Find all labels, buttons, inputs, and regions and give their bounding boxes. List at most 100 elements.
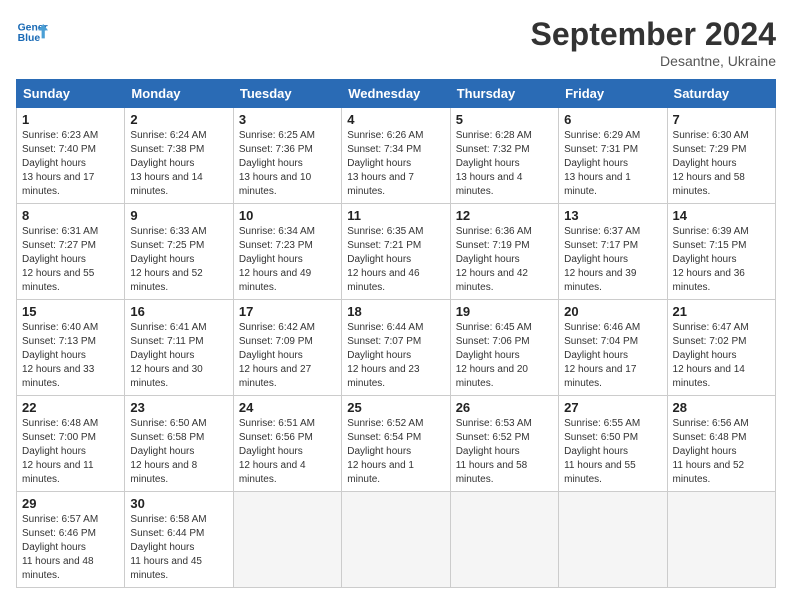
day-number: 4 — [347, 112, 444, 127]
calendar-cell: 13 Sunrise: 6:37 AM Sunset: 7:17 PM Dayl… — [559, 204, 667, 300]
day-info: Sunrise: 6:29 AM Sunset: 7:31 PM Dayligh… — [564, 129, 661, 199]
day-number: 14 — [673, 208, 770, 223]
calendar-cell: 18 Sunrise: 6:44 AM Sunset: 7:07 PM Dayl… — [342, 300, 450, 396]
day-info: Sunrise: 6:36 AM Sunset: 7:19 PM Dayligh… — [456, 225, 553, 295]
day-info: Sunrise: 6:50 AM Sunset: 6:58 PM Dayligh… — [130, 417, 227, 487]
calendar-cell: 11 Sunrise: 6:35 AM Sunset: 7:21 PM Dayl… — [342, 204, 450, 300]
day-number: 10 — [239, 208, 336, 223]
day-info: Sunrise: 6:23 AM Sunset: 7:40 PM Dayligh… — [22, 129, 119, 199]
day-info: Sunrise: 6:48 AM Sunset: 7:00 PM Dayligh… — [22, 417, 119, 487]
logo: General Blue — [16, 16, 48, 48]
day-info: Sunrise: 6:34 AM Sunset: 7:23 PM Dayligh… — [239, 225, 336, 295]
day-number: 5 — [456, 112, 553, 127]
calendar-cell: 6 Sunrise: 6:29 AM Sunset: 7:31 PM Dayli… — [559, 108, 667, 204]
calendar-cell: 29 Sunrise: 6:57 AM Sunset: 6:46 PM Dayl… — [17, 492, 125, 588]
calendar-week-row: 8 Sunrise: 6:31 AM Sunset: 7:27 PM Dayli… — [17, 204, 776, 300]
day-number: 16 — [130, 304, 227, 319]
location: Desantne, Ukraine — [531, 53, 776, 69]
calendar-cell — [667, 492, 775, 588]
calendar-week-row: 29 Sunrise: 6:57 AM Sunset: 6:46 PM Dayl… — [17, 492, 776, 588]
calendar-cell: 3 Sunrise: 6:25 AM Sunset: 7:36 PM Dayli… — [233, 108, 341, 204]
day-number: 18 — [347, 304, 444, 319]
calendar-cell: 28 Sunrise: 6:56 AM Sunset: 6:48 PM Dayl… — [667, 396, 775, 492]
weekday-header-row: Sunday Monday Tuesday Wednesday Thursday… — [17, 80, 776, 108]
day-info: Sunrise: 6:45 AM Sunset: 7:06 PM Dayligh… — [456, 321, 553, 391]
day-number: 2 — [130, 112, 227, 127]
day-number: 8 — [22, 208, 119, 223]
day-info: Sunrise: 6:31 AM Sunset: 7:27 PM Dayligh… — [22, 225, 119, 295]
day-info: Sunrise: 6:41 AM Sunset: 7:11 PM Dayligh… — [130, 321, 227, 391]
title-area: September 2024 Desantne, Ukraine — [531, 16, 776, 69]
day-number: 25 — [347, 400, 444, 415]
calendar-cell: 22 Sunrise: 6:48 AM Sunset: 7:00 PM Dayl… — [17, 396, 125, 492]
day-number: 21 — [673, 304, 770, 319]
header-friday: Friday — [559, 80, 667, 108]
calendar-cell: 12 Sunrise: 6:36 AM Sunset: 7:19 PM Dayl… — [450, 204, 558, 300]
day-number: 15 — [22, 304, 119, 319]
day-info: Sunrise: 6:42 AM Sunset: 7:09 PM Dayligh… — [239, 321, 336, 391]
day-number: 9 — [130, 208, 227, 223]
day-info: Sunrise: 6:51 AM Sunset: 6:56 PM Dayligh… — [239, 417, 336, 487]
day-info: Sunrise: 6:53 AM Sunset: 6:52 PM Dayligh… — [456, 417, 553, 487]
day-number: 12 — [456, 208, 553, 223]
calendar-cell: 10 Sunrise: 6:34 AM Sunset: 7:23 PM Dayl… — [233, 204, 341, 300]
day-info: Sunrise: 6:57 AM Sunset: 6:46 PM Dayligh… — [22, 513, 119, 583]
calendar-cell — [450, 492, 558, 588]
day-number: 1 — [22, 112, 119, 127]
day-info: Sunrise: 6:47 AM Sunset: 7:02 PM Dayligh… — [673, 321, 770, 391]
day-number: 22 — [22, 400, 119, 415]
calendar-cell: 1 Sunrise: 6:23 AM Sunset: 7:40 PM Dayli… — [17, 108, 125, 204]
day-number: 24 — [239, 400, 336, 415]
calendar-cell — [559, 492, 667, 588]
day-number: 19 — [456, 304, 553, 319]
day-number: 20 — [564, 304, 661, 319]
header-wednesday: Wednesday — [342, 80, 450, 108]
calendar-cell: 4 Sunrise: 6:26 AM Sunset: 7:34 PM Dayli… — [342, 108, 450, 204]
calendar-cell: 25 Sunrise: 6:52 AM Sunset: 6:54 PM Dayl… — [342, 396, 450, 492]
day-info: Sunrise: 6:33 AM Sunset: 7:25 PM Dayligh… — [130, 225, 227, 295]
calendar-cell: 23 Sunrise: 6:50 AM Sunset: 6:58 PM Dayl… — [125, 396, 233, 492]
day-number: 13 — [564, 208, 661, 223]
calendar-cell: 30 Sunrise: 6:58 AM Sunset: 6:44 PM Dayl… — [125, 492, 233, 588]
day-number: 7 — [673, 112, 770, 127]
calendar-cell: 21 Sunrise: 6:47 AM Sunset: 7:02 PM Dayl… — [667, 300, 775, 396]
header-tuesday: Tuesday — [233, 80, 341, 108]
day-info: Sunrise: 6:55 AM Sunset: 6:50 PM Dayligh… — [564, 417, 661, 487]
day-number: 6 — [564, 112, 661, 127]
calendar-week-row: 22 Sunrise: 6:48 AM Sunset: 7:00 PM Dayl… — [17, 396, 776, 492]
calendar-cell: 7 Sunrise: 6:30 AM Sunset: 7:29 PM Dayli… — [667, 108, 775, 204]
day-number: 3 — [239, 112, 336, 127]
calendar-cell: 19 Sunrise: 6:45 AM Sunset: 7:06 PM Dayl… — [450, 300, 558, 396]
day-info: Sunrise: 6:24 AM Sunset: 7:38 PM Dayligh… — [130, 129, 227, 199]
calendar-cell: 9 Sunrise: 6:33 AM Sunset: 7:25 PM Dayli… — [125, 204, 233, 300]
day-number: 30 — [130, 496, 227, 511]
svg-text:Blue: Blue — [18, 33, 41, 44]
day-info: Sunrise: 6:37 AM Sunset: 7:17 PM Dayligh… — [564, 225, 661, 295]
calendar-cell: 8 Sunrise: 6:31 AM Sunset: 7:27 PM Dayli… — [17, 204, 125, 300]
day-info: Sunrise: 6:52 AM Sunset: 6:54 PM Dayligh… — [347, 417, 444, 487]
day-number: 17 — [239, 304, 336, 319]
day-number: 28 — [673, 400, 770, 415]
calendar-cell — [342, 492, 450, 588]
day-number: 11 — [347, 208, 444, 223]
day-info: Sunrise: 6:26 AM Sunset: 7:34 PM Dayligh… — [347, 129, 444, 199]
header-thursday: Thursday — [450, 80, 558, 108]
month-title: September 2024 — [531, 16, 776, 53]
logo-icon: General Blue — [16, 16, 48, 48]
day-number: 23 — [130, 400, 227, 415]
header-sunday: Sunday — [17, 80, 125, 108]
calendar-cell: 14 Sunrise: 6:39 AM Sunset: 7:15 PM Dayl… — [667, 204, 775, 300]
day-info: Sunrise: 6:40 AM Sunset: 7:13 PM Dayligh… — [22, 321, 119, 391]
calendar-cell: 2 Sunrise: 6:24 AM Sunset: 7:38 PM Dayli… — [125, 108, 233, 204]
calendar-cell: 17 Sunrise: 6:42 AM Sunset: 7:09 PM Dayl… — [233, 300, 341, 396]
calendar-week-row: 15 Sunrise: 6:40 AM Sunset: 7:13 PM Dayl… — [17, 300, 776, 396]
calendar-cell: 24 Sunrise: 6:51 AM Sunset: 6:56 PM Dayl… — [233, 396, 341, 492]
day-info: Sunrise: 6:56 AM Sunset: 6:48 PM Dayligh… — [673, 417, 770, 487]
calendar-week-row: 1 Sunrise: 6:23 AM Sunset: 7:40 PM Dayli… — [17, 108, 776, 204]
calendar-cell: 15 Sunrise: 6:40 AM Sunset: 7:13 PM Dayl… — [17, 300, 125, 396]
calendar-cell: 27 Sunrise: 6:55 AM Sunset: 6:50 PM Dayl… — [559, 396, 667, 492]
day-info: Sunrise: 6:39 AM Sunset: 7:15 PM Dayligh… — [673, 225, 770, 295]
calendar-cell: 16 Sunrise: 6:41 AM Sunset: 7:11 PM Dayl… — [125, 300, 233, 396]
day-number: 26 — [456, 400, 553, 415]
day-info: Sunrise: 6:44 AM Sunset: 7:07 PM Dayligh… — [347, 321, 444, 391]
